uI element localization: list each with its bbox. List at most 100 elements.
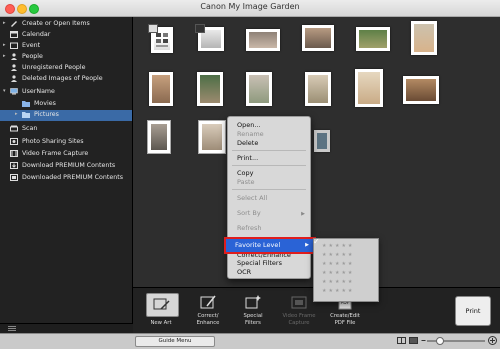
sidebar-item-download-premium-contents[interactable]: Download PREMIUM Contents	[0, 161, 132, 172]
thumbnail[interactable]	[302, 25, 334, 51]
star-rating-4[interactable]: ★★★★★	[322, 252, 354, 258]
sidebar-item-scan[interactable]: Scan	[0, 124, 132, 135]
status-bar: Guide Menu	[0, 333, 500, 349]
thumbnail[interactable]	[197, 72, 223, 106]
sidebar-item-photo-sharing-sites[interactable]: Photo Sharing Sites	[0, 137, 132, 148]
menu-item-refresh[interactable]: Refresh	[237, 224, 262, 232]
sidebar-item-downloaded-premium-contents[interactable]: Downloaded PREMIUM Contents	[0, 173, 132, 184]
sidebar-item-event[interactable]: ▸ Event	[0, 41, 132, 52]
sidebar-item-label: Download PREMIUM Contents	[22, 162, 116, 169]
menu-item-special-filters[interactable]: Special Filters	[237, 259, 282, 267]
thumbnail[interactable]	[356, 27, 390, 51]
special-filters-icon	[245, 295, 261, 309]
deleted-person-icon	[11, 75, 17, 82]
sidebar-item-label: Deleted Images of People	[22, 75, 103, 82]
menu-item-rename[interactable]: Rename	[237, 130, 264, 138]
menu-item-ocr[interactable]: OCR	[237, 268, 251, 276]
video-capture-icon	[291, 296, 307, 309]
new-art-button[interactable]: New Art	[141, 292, 181, 332]
window-title: Canon My Image Garden	[200, 2, 300, 11]
sidebar-item-label: Downloaded PREMIUM Contents	[22, 174, 123, 181]
menu-item-delete[interactable]: Delete	[237, 139, 258, 147]
video-frame-label-2: Capture	[288, 320, 310, 326]
sidebar-item-label: Movies	[34, 100, 56, 107]
thumbnail[interactable]	[147, 120, 171, 154]
thumbnail[interactable]	[403, 76, 439, 104]
item-type-icon	[148, 24, 158, 33]
star-rating-0[interactable]: ★★★★★	[322, 288, 354, 294]
thumbnail[interactable]	[195, 24, 224, 51]
view-grid-icon[interactable]	[397, 337, 406, 344]
special-filters-label-2: Filters	[245, 320, 261, 326]
title-bar: Canon My Image Garden	[0, 0, 500, 17]
sidebar-item-create-open-items[interactable]: ▸ Create or Open Items	[0, 19, 132, 30]
sharing-icon	[10, 138, 18, 145]
special-filters-button[interactable]: Special Filters	[233, 292, 273, 332]
correct-enhance-button[interactable]: Correct/Enhance	[188, 292, 228, 332]
star-rating-3[interactable]: ★★★★★	[322, 261, 354, 267]
sidebar-item-username[interactable]: ▾ UserName	[0, 87, 132, 98]
guide-menu-button[interactable]: Guide Menu	[135, 336, 215, 347]
correct-enhance-label-2: Enhance	[196, 320, 220, 326]
menu-separator	[232, 165, 306, 166]
expand-arrow-icon[interactable]: ▸	[3, 42, 6, 48]
sidebar-item-label: Calendar	[22, 31, 51, 38]
thumbnail[interactable]	[246, 72, 272, 106]
video-icon	[195, 24, 205, 33]
create-edit-label-2: PDF File	[334, 320, 356, 326]
menu-item-copy[interactable]: Copy	[237, 169, 254, 177]
zoom-slider-knob[interactable]	[436, 337, 444, 345]
sidebar-footer	[0, 323, 133, 333]
sidebar-item-label: Pictures	[34, 111, 59, 118]
sidebar-item-label: Unregistered People	[22, 64, 86, 71]
sidebar-item-movies[interactable]: Movies	[0, 99, 132, 110]
star-rating-5[interactable]: ★★★★★	[322, 243, 354, 249]
collapse-arrow-icon[interactable]: ▾	[3, 88, 6, 94]
sidebar-item-calendar[interactable]: Calendar	[0, 30, 132, 41]
expand-arrow-icon[interactable]: ▸	[3, 53, 6, 59]
video-frame-label-1: Video Frame	[282, 313, 316, 319]
download-icon	[10, 162, 18, 169]
star-rating-1[interactable]: ★★★★★	[322, 279, 354, 285]
sidebar-item-pictures[interactable]: ▸ Pictures	[0, 110, 132, 121]
submenu-arrow-icon: ▶	[301, 211, 305, 217]
folder-icon	[22, 101, 30, 107]
menu-item-paste[interactable]: Paste	[237, 178, 255, 186]
thumbnail[interactable]	[246, 29, 280, 51]
folder-icon	[22, 112, 30, 118]
star-rating-2[interactable]: ★★★★★	[322, 270, 354, 276]
thumbnail[interactable]	[305, 72, 331, 106]
sidebar-item-deleted-images-of-people[interactable]: Deleted Images of People	[0, 74, 132, 85]
scanner-icon	[10, 125, 18, 132]
create-edit-label-1: Create/Edit	[330, 313, 360, 319]
thumbnail[interactable]	[355, 69, 383, 107]
zoom-out-icon[interactable]	[421, 338, 426, 343]
expand-arrow-icon[interactable]: ▸	[15, 111, 18, 117]
view-list-icon[interactable]	[409, 337, 418, 344]
favorite-level-submenu: ★★★★★ ★★★★★ ★★★★★ ★★★★★ ★★★★★ ★★★★★	[313, 238, 379, 302]
thumbnail[interactable]	[411, 21, 437, 55]
menu-item-open[interactable]: Open...	[237, 121, 261, 129]
zoom-in-icon[interactable]	[488, 336, 497, 345]
menu-item-select-all[interactable]: Select All	[237, 194, 267, 202]
menu-item-favorite-level[interactable]: Favorite Level ▶	[224, 237, 316, 254]
special-filters-label-1: Special	[243, 313, 263, 319]
correct-enhance-icon	[200, 295, 216, 309]
sidebar-item-video-frame-capture[interactable]: Video Frame Capture	[0, 149, 132, 160]
person-icon	[11, 53, 17, 60]
sidebar-item-label: Event	[22, 42, 41, 49]
expand-arrow-icon[interactable]: ▸	[3, 20, 6, 26]
print-button[interactable]: Print	[455, 296, 491, 326]
thumbnail[interactable]	[149, 72, 173, 106]
menu-item-print[interactable]: Print...	[237, 154, 258, 162]
sidebar-item-people[interactable]: ▸ People	[0, 52, 132, 63]
new-art-icon	[146, 293, 179, 317]
checkmark-icon: ✓	[313, 237, 320, 246]
menu-item-sort-by[interactable]: Sort By	[237, 209, 261, 217]
thumbnail[interactable]	[198, 120, 226, 154]
sidebar-item-unregistered-people[interactable]: Unregistered People	[0, 63, 132, 74]
thumbnail[interactable]	[314, 130, 330, 152]
app-window: Canon My Image Garden ▸ Create or Open I…	[0, 0, 500, 349]
menu-lines-icon[interactable]	[8, 326, 16, 331]
thumbnail[interactable]	[148, 24, 173, 53]
